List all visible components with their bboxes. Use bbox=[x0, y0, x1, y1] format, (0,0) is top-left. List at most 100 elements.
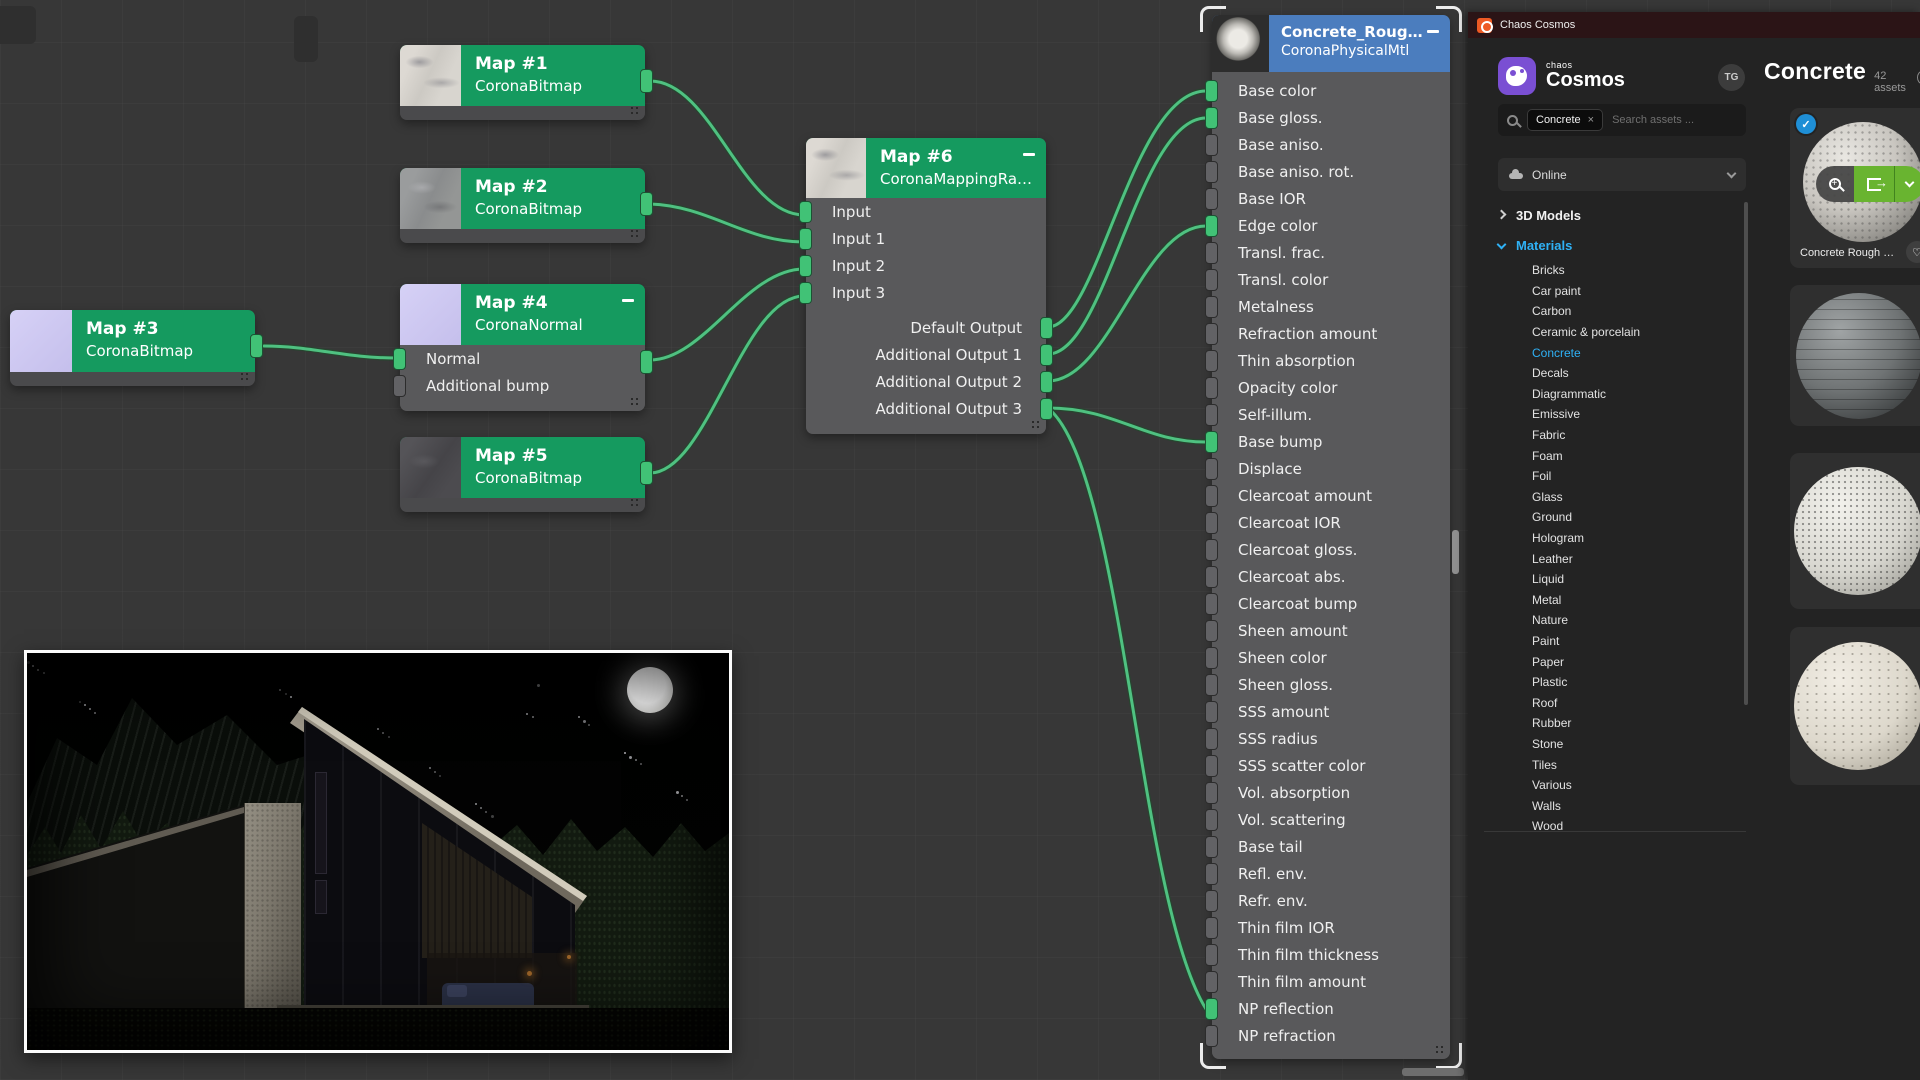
search-filter-chip[interactable]: Concrete × bbox=[1527, 109, 1603, 131]
wire-map6-out2-to-edge-color[interactable] bbox=[1048, 226, 1206, 381]
subcategory-carbon[interactable]: Carbon bbox=[1484, 301, 1746, 322]
subcategory-ceramic-porcelain[interactable]: Ceramic & porcelain bbox=[1484, 322, 1746, 343]
subcategory-paper[interactable]: Paper bbox=[1484, 651, 1746, 672]
output-socket[interactable] bbox=[640, 461, 653, 485]
input-socket-thin-absorption[interactable] bbox=[1205, 350, 1218, 372]
input-socket-displace[interactable] bbox=[1205, 458, 1218, 480]
subcategory-bricks[interactable]: Bricks bbox=[1484, 260, 1746, 281]
import-options-button[interactable] bbox=[1894, 166, 1920, 202]
wire-map3-to-map4-normal[interactable] bbox=[264, 346, 396, 358]
input-socket-input-3[interactable] bbox=[799, 282, 812, 304]
output-socket-additional-output-3[interactable] bbox=[1040, 398, 1053, 420]
subcategory-metal[interactable]: Metal bbox=[1484, 590, 1746, 611]
resize-grip-icon[interactable] bbox=[631, 398, 640, 407]
input-socket-input-2[interactable] bbox=[799, 255, 812, 277]
input-socket-metalness[interactable] bbox=[1205, 296, 1218, 318]
subcategory-tiles[interactable]: Tiles bbox=[1484, 754, 1746, 775]
input-socket-thin-film-thickness[interactable] bbox=[1205, 944, 1218, 966]
input-socket-edge-color[interactable] bbox=[1205, 215, 1218, 237]
vertical-scrollbar[interactable] bbox=[1452, 530, 1459, 574]
input-socket-self-illum[interactable] bbox=[1205, 404, 1218, 426]
favorite-icon[interactable]: ♡ bbox=[1906, 241, 1920, 263]
subcategory-car-paint[interactable]: Car paint bbox=[1484, 281, 1746, 302]
node-map4[interactable]: Map #4 CoronaNormal NormalAdditional bum… bbox=[400, 284, 645, 411]
node-map1[interactable]: Map #1 CoronaBitmap bbox=[400, 45, 645, 120]
subcategory-walls[interactable]: Walls bbox=[1484, 795, 1746, 816]
resize-grip-icon[interactable] bbox=[241, 373, 250, 382]
wire-map1-to-map6-input[interactable] bbox=[650, 81, 804, 215]
category-materials[interactable]: Materials bbox=[1484, 230, 1746, 260]
subcategory-diagrammatic[interactable]: Diagrammatic bbox=[1484, 384, 1746, 405]
node-material[interactable]: Concrete_Roug… CoronaPhysicalMtl Base co… bbox=[1212, 15, 1450, 1059]
input-socket-clearcoat-abs[interactable] bbox=[1205, 566, 1218, 588]
resize-grip-icon[interactable] bbox=[631, 499, 640, 508]
resize-grip-icon[interactable] bbox=[631, 107, 640, 116]
input-socket-np-reflection[interactable] bbox=[1205, 998, 1218, 1020]
output-socket[interactable] bbox=[640, 69, 653, 93]
subcategory-plastic[interactable]: Plastic bbox=[1484, 672, 1746, 693]
input-socket-additional-bump[interactable] bbox=[393, 375, 406, 397]
input-socket-sss-scatter-color[interactable] bbox=[1205, 755, 1218, 777]
subcategory-wood[interactable]: Wood bbox=[1484, 816, 1746, 832]
node-map6[interactable]: Map #6 CoronaMappingRa… InputInput 1Inpu… bbox=[806, 138, 1046, 434]
input-socket-clearcoat-bump[interactable] bbox=[1205, 593, 1218, 615]
user-avatar[interactable]: TG bbox=[1718, 64, 1745, 91]
subcategory-decals[interactable]: Decals bbox=[1484, 363, 1746, 384]
node-map3[interactable]: Map #3 CoronaBitmap bbox=[10, 310, 255, 386]
input-socket-sheen-amount[interactable] bbox=[1205, 620, 1218, 642]
input-socket-transl-frac[interactable] bbox=[1205, 242, 1218, 264]
subcategory-leather[interactable]: Leather bbox=[1484, 548, 1746, 569]
node-map5[interactable]: Map #5 CoronaBitmap bbox=[400, 437, 645, 512]
input-socket-refl-env[interactable] bbox=[1205, 863, 1218, 885]
input-socket-input[interactable] bbox=[799, 201, 812, 223]
input-socket-transl-color[interactable] bbox=[1205, 269, 1218, 291]
subcategory-concrete[interactable]: Concrete bbox=[1484, 342, 1746, 363]
horizontal-scrollbar[interactable] bbox=[1402, 1068, 1464, 1076]
cosmos-titlebar[interactable]: Chaos Cosmos bbox=[1468, 12, 1920, 38]
input-socket-normal[interactable] bbox=[393, 348, 406, 370]
node-map2[interactable]: Map #2 CoronaBitmap bbox=[400, 168, 645, 243]
subcategory-emissive[interactable]: Emissive bbox=[1484, 404, 1746, 425]
input-socket-base-tail[interactable] bbox=[1205, 836, 1218, 858]
input-socket-clearcoat-amount[interactable] bbox=[1205, 485, 1218, 507]
subcategory-foil[interactable]: Foil bbox=[1484, 466, 1746, 487]
input-socket-base-ior[interactable] bbox=[1205, 188, 1218, 210]
output-socket-default-output[interactable] bbox=[1040, 317, 1053, 339]
input-socket-thin-film-amount[interactable] bbox=[1205, 971, 1218, 993]
input-socket-thin-film-ior[interactable] bbox=[1205, 917, 1218, 939]
input-socket-clearcoat-gloss[interactable] bbox=[1205, 539, 1218, 561]
input-socket-opacity-color[interactable] bbox=[1205, 377, 1218, 399]
wire-map6-out3-to-np-reflection[interactable] bbox=[1048, 408, 1206, 1009]
subcategory-liquid[interactable]: Liquid bbox=[1484, 569, 1746, 590]
subcategory-roof[interactable]: Roof bbox=[1484, 692, 1746, 713]
subcategory-nature[interactable]: Nature bbox=[1484, 610, 1746, 631]
wire-map4-to-map6-input2[interactable] bbox=[650, 269, 804, 360]
tree-scrollbar[interactable] bbox=[1744, 202, 1748, 705]
input-socket-input-1[interactable] bbox=[799, 228, 812, 250]
subcategory-fabric[interactable]: Fabric bbox=[1484, 425, 1746, 446]
input-socket-base-aniso-rot[interactable] bbox=[1205, 161, 1218, 183]
category-3d-models[interactable]: 3D Models bbox=[1484, 200, 1746, 230]
output-socket[interactable] bbox=[250, 334, 263, 358]
subcategory-rubber[interactable]: Rubber bbox=[1484, 713, 1746, 734]
resize-grip-icon[interactable] bbox=[1032, 421, 1041, 430]
search-bar[interactable]: Concrete × Search assets ... bbox=[1498, 104, 1746, 136]
input-socket-sheen-color[interactable] bbox=[1205, 647, 1218, 669]
asset-card[interactable] bbox=[1790, 285, 1920, 426]
subcategory-paint[interactable]: Paint bbox=[1484, 631, 1746, 652]
resize-grip-icon[interactable] bbox=[631, 230, 640, 239]
subcategory-ground[interactable]: Ground bbox=[1484, 507, 1746, 528]
subcategory-glass[interactable]: Glass bbox=[1484, 487, 1746, 508]
output-socket[interactable] bbox=[640, 350, 653, 374]
subcategory-foam[interactable]: Foam bbox=[1484, 445, 1746, 466]
online-filter-dropdown[interactable]: Online bbox=[1498, 158, 1746, 191]
output-socket-additional-output-1[interactable] bbox=[1040, 344, 1053, 366]
input-socket-sss-amount[interactable] bbox=[1205, 701, 1218, 723]
input-socket-base-color[interactable] bbox=[1205, 80, 1218, 102]
input-socket-base-bump[interactable] bbox=[1205, 431, 1218, 453]
remove-filter-icon[interactable]: × bbox=[1588, 114, 1594, 126]
subcategory-various[interactable]: Various bbox=[1484, 775, 1746, 796]
input-socket-vol-scattering[interactable] bbox=[1205, 809, 1218, 831]
input-socket-sheen-gloss[interactable] bbox=[1205, 674, 1218, 696]
asset-card-selected[interactable]: ✓ + → Concrete Rough Rocks… ♡ bbox=[1790, 108, 1920, 268]
